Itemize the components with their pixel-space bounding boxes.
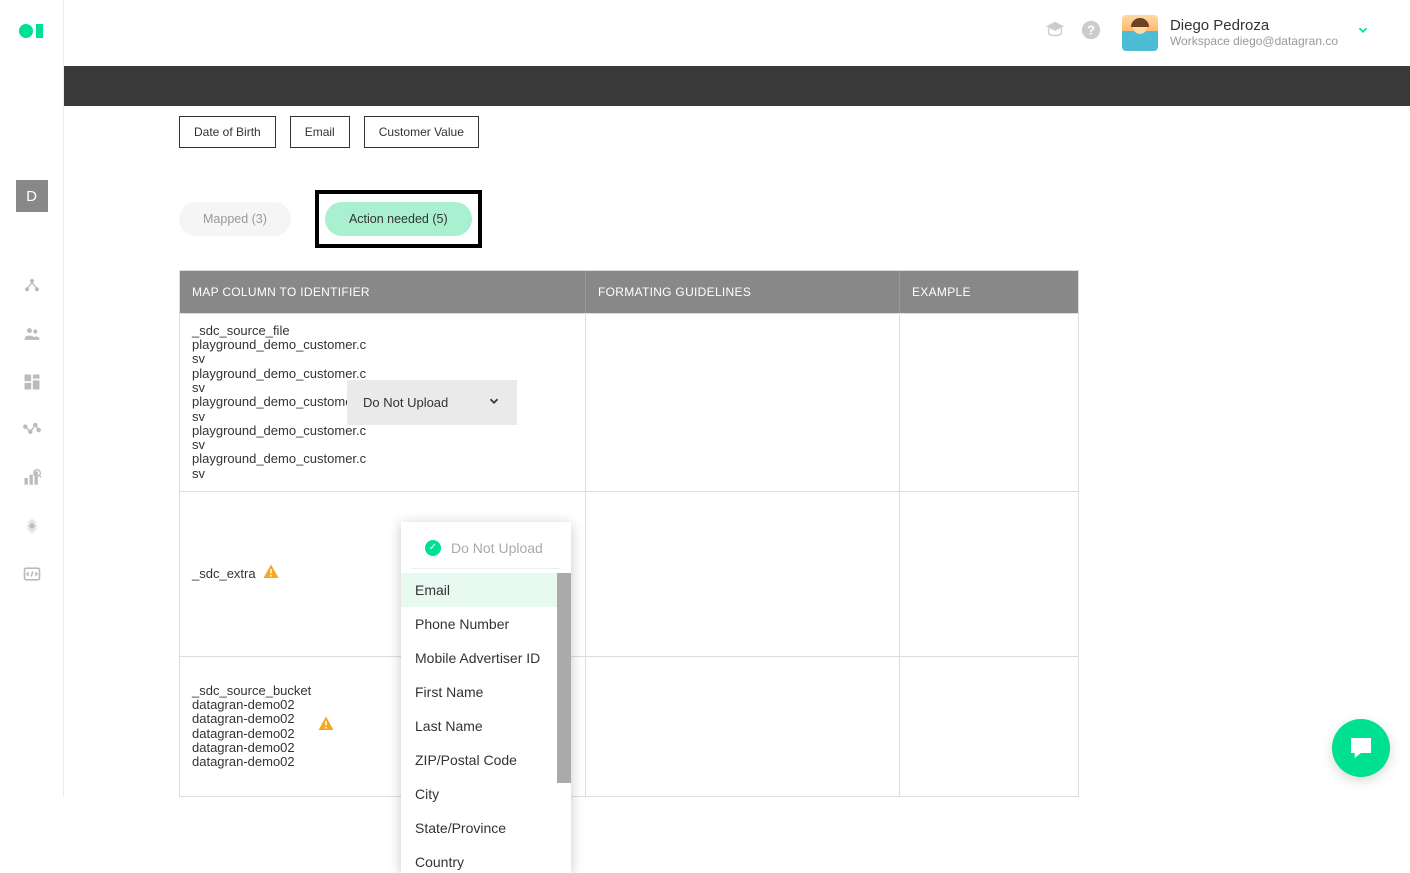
dropdown-item-zip[interactable]: ZIP/Postal Code [401, 743, 571, 777]
dropdown-current[interactable]: ✓ Do Not Upload [411, 532, 561, 569]
column-name: _sdc_source_bucket datagran-demo02 datag… [192, 684, 311, 770]
chat-support-button[interactable] [1332, 719, 1390, 777]
column-name: _sdc_extra [192, 567, 256, 581]
filter-action-needed[interactable]: Action needed (5) [325, 202, 472, 236]
mapping-table: MAP COLUMN TO IDENTIFIER FORMATING GUIDE… [179, 270, 1079, 797]
table-row: _sdc_source_bucket datagran-demo02 datag… [180, 656, 1078, 796]
dropdown-item-country[interactable]: Country [401, 845, 571, 873]
chevron-down-icon [487, 394, 501, 411]
nav-analytics-icon[interactable] [20, 466, 44, 490]
table-row: _sdc_source_file playground_demo_custome… [180, 313, 1078, 491]
th-example: EXAMPLE [899, 271, 1078, 313]
chip-customer-value[interactable]: Customer Value [364, 116, 479, 148]
dropdown-item-firstname[interactable]: First Name [401, 675, 571, 709]
identifier-dropdown: ✓ Do Not Upload Email Phone Number Mobil… [401, 522, 571, 873]
chip-date-of-birth[interactable]: Date of Birth [179, 116, 276, 148]
check-icon: ✓ [425, 540, 441, 556]
dropdown-item-email[interactable]: Email [401, 573, 571, 607]
highlight-annotation: Action needed (5) [315, 190, 482, 248]
nav-people-icon[interactable] [20, 322, 44, 346]
column-name: _sdc_source_file playground_demo_custome… [192, 324, 372, 481]
user-name: Diego Pedroza [1170, 17, 1338, 34]
warning-icon [317, 715, 335, 738]
dark-toolbar [64, 66, 1410, 106]
dropdown-item-city[interactable]: City [401, 777, 571, 811]
nav-code-icon[interactable] [20, 562, 44, 586]
nav-settings-icon[interactable] [20, 514, 44, 538]
dropdown-item-state[interactable]: State/Province [401, 811, 571, 845]
education-icon[interactable] [1044, 19, 1066, 46]
dropdown-item-maid[interactable]: Mobile Advertiser ID [401, 641, 571, 675]
th-guidelines: FORMATING GUIDELINES [585, 271, 899, 313]
warning-icon [262, 563, 280, 586]
logo[interactable] [18, 22, 46, 40]
dropdown-item-lastname[interactable]: Last Name [401, 709, 571, 743]
nav-flow-icon[interactable] [20, 418, 44, 442]
svg-text:?: ? [1087, 23, 1095, 38]
dropdown-item-phone[interactable]: Phone Number [401, 607, 571, 641]
user-menu-chevron[interactable] [1356, 23, 1370, 42]
help-icon[interactable]: ? [1080, 19, 1102, 46]
chip-email[interactable]: Email [290, 116, 350, 148]
nav-dashboard-icon[interactable] [20, 370, 44, 394]
identifier-select[interactable]: Do Not Upload [347, 380, 517, 425]
dropdown-scrollbar[interactable] [557, 573, 571, 783]
filter-mapped[interactable]: Mapped (3) [179, 202, 291, 236]
dropdown-current-label: Do Not Upload [451, 540, 543, 556]
user-workspace: Workspace diego@datagran.co [1170, 34, 1338, 48]
workspace-badge[interactable]: D [16, 180, 48, 212]
select-value: Do Not Upload [363, 395, 448, 410]
th-map-column: MAP COLUMN TO IDENTIFIER [180, 271, 585, 313]
nav-connections-icon[interactable] [20, 274, 44, 298]
user-avatar[interactable] [1122, 15, 1158, 51]
table-row: _sdc_extra [180, 491, 1078, 656]
